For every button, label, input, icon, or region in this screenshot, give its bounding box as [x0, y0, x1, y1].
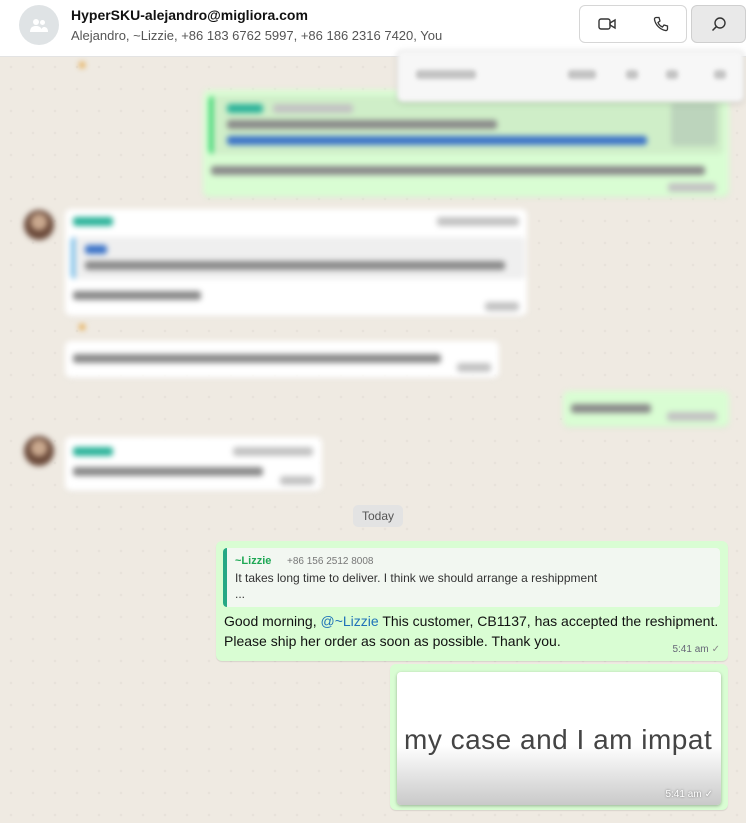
- outgoing-image-message[interactable]: my case and I am impat 5:41 am ✓: [390, 664, 728, 810]
- group-icon: [30, 19, 48, 32]
- group-avatar[interactable]: [19, 5, 59, 45]
- outgoing-message[interactable]: ~Lizzie +86 156 2512 8008 It takes long …: [216, 541, 728, 661]
- participants-list[interactable]: Alejandro, ~Lizzie, +86 183 6762 5997, +…: [71, 28, 442, 43]
- chat-header: HyperSKU-alejandro@migliora.com Alejandr…: [0, 0, 746, 57]
- mention-link[interactable]: @~Lizzie: [321, 613, 379, 629]
- image-timestamp: 5:41 am ✓: [665, 789, 713, 800]
- time-label: 5:41 am: [665, 789, 702, 800]
- user-avatar: [24, 436, 54, 466]
- chat-title[interactable]: HyperSKU-alejandro@migliora.com: [71, 7, 308, 23]
- video-call-icon: [598, 18, 616, 30]
- incoming-message-blurred: [65, 437, 322, 491]
- image-caption-text: my case and I am impat: [404, 724, 713, 755]
- date-separator: Today: [353, 505, 403, 527]
- voice-call-button[interactable]: [634, 6, 688, 42]
- outgoing-message-blurred: [203, 90, 729, 197]
- image-attachment[interactable]: my case and I am impat 5:41 am ✓: [397, 672, 721, 805]
- quoted-reply[interactable]: ~Lizzie +86 156 2512 8008 It takes long …: [223, 548, 720, 607]
- outgoing-message-blurred: [563, 391, 729, 427]
- message-text-start: Good morning,: [224, 613, 321, 629]
- quoted-phone: +86 156 2512 8008: [287, 556, 374, 567]
- incoming-message-blurred: [65, 209, 527, 316]
- quoted-text: It takes long time to deliver. I think w…: [235, 571, 598, 585]
- call-buttons-group: [579, 5, 687, 43]
- chat-search-popup[interactable]: [397, 50, 744, 102]
- time-label: 5:41 am: [672, 644, 709, 655]
- search-icon: [711, 17, 726, 32]
- message-timestamp: 5:41 am ✓: [672, 644, 720, 655]
- chat-area[interactable]: ● ● Today ~Lizzie +86 156 2512 8008 It t…: [0, 56, 746, 823]
- search-button[interactable]: [691, 5, 746, 43]
- video-call-button[interactable]: [580, 6, 634, 42]
- user-avatar: [24, 210, 54, 240]
- older-messages-blurred: ● ●: [0, 56, 746, 496]
- message-text: Good morning, @~Lizzie This customer, CB…: [224, 611, 720, 651]
- thumbs-up-emoji: ●: [78, 56, 87, 72]
- quoted-author: ~Lizzie: [235, 555, 272, 567]
- sent-check-icon: ✓: [711, 644, 720, 655]
- thumbs-up-emoji: ●: [78, 318, 87, 334]
- sent-check-icon: ✓: [704, 789, 713, 800]
- voice-call-icon: [653, 16, 669, 32]
- incoming-message-blurred: [65, 341, 499, 378]
- quoted-ellipsis: ...: [235, 587, 246, 601]
